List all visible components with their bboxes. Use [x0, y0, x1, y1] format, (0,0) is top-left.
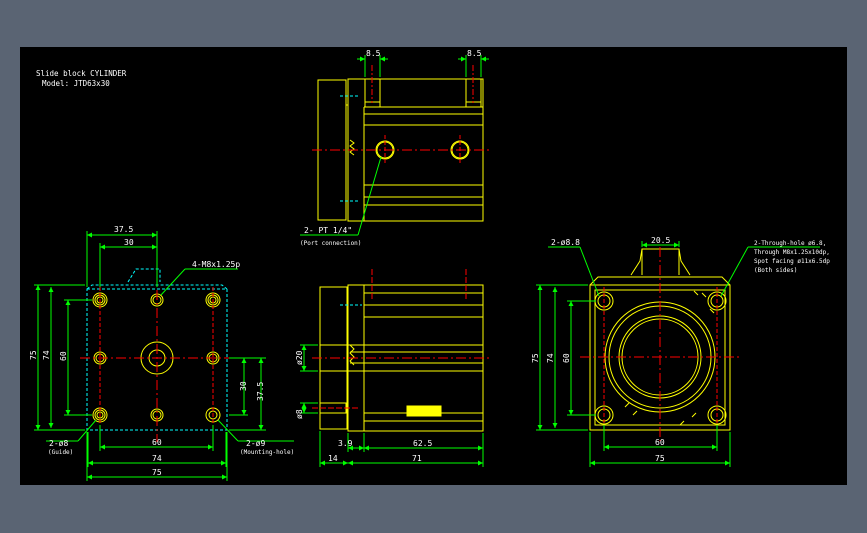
port-note: 2- PT 1/4" [304, 226, 352, 235]
dim-front-75-v: 75 [29, 350, 38, 360]
dim-top-right: 8.5 [467, 49, 482, 58]
thru-note-2: Through M8x1.25x10dp, [754, 249, 830, 256]
dim-front-74-h: 74 [152, 454, 162, 463]
dim-top-left: 8.5 [366, 49, 381, 58]
front-view: 37.5 30 4-M8x1.25p 75 74 60 30 37.5 2-ø8… [29, 225, 294, 481]
cad-drawing-canvas: Slide block CYLINDER Model: JTD63x30 8.5… [20, 47, 847, 485]
dim-side-62-5: 62.5 [413, 439, 432, 448]
dim-front-75-h: 75 [152, 468, 162, 477]
dim-side-phi8: ø8 [295, 409, 304, 419]
dim-back-60-v: 60 [562, 353, 571, 363]
mount-note: 2-ø9 [246, 439, 265, 448]
thru-note-4: (Both sides) [754, 267, 797, 274]
guide-note: 2-ø8 [49, 439, 68, 448]
title-line-2: Model: JTD63x30 [42, 79, 110, 88]
dim-front-74-v: 74 [42, 350, 51, 360]
cad-drawing: Slide block CYLINDER Model: JTD63x30 8.5… [29, 49, 830, 481]
dim-front-60-h: 60 [152, 438, 162, 447]
dim-side-3-9: 3.9 [338, 439, 353, 448]
side-view: ø20 ø8 3.9 62.5 14 71 [295, 269, 490, 467]
dim-back-74-v: 74 [546, 353, 555, 363]
dim-front-30: 30 [124, 238, 134, 247]
dim-back-20-5: 20.5 [651, 236, 670, 245]
dim-front-60-v: 60 [59, 351, 68, 361]
dim-back-75-h: 75 [655, 454, 665, 463]
dim-side-71: 71 [412, 454, 422, 463]
port-note-sub: (Port connection) [300, 240, 361, 247]
mount-note-sub: (Mounting-hole) [240, 449, 294, 456]
dim-side-phi20: ø20 [295, 350, 304, 365]
dim-front-37-5: 37.5 [114, 225, 133, 234]
back-view: 20.5 2-ø8.8 2-Through-hole ø6.8, Through… [531, 236, 830, 467]
tap-note: 4-M8x1.25p [192, 260, 240, 269]
thru-note-1: 2-Through-hole ø6.8, [754, 240, 826, 247]
dim-front-30-v: 30 [239, 381, 248, 391]
dim-side-14: 14 [328, 454, 338, 463]
top-view: 8.5 8.5 2- PT 1/4" (Port connection) [300, 49, 490, 247]
title-line-1: Slide block CYLINDER [36, 69, 127, 78]
guide-note-sub: (Guide) [48, 449, 73, 456]
dim-back-60-h: 60 [655, 438, 665, 447]
back-hole-note: 2-ø8.8 [551, 238, 580, 247]
thru-note-3: Spot facing ø11x6.5dp [754, 258, 830, 265]
dim-front-37-5-v: 37.5 [256, 382, 265, 401]
dim-back-75-v: 75 [531, 353, 540, 363]
